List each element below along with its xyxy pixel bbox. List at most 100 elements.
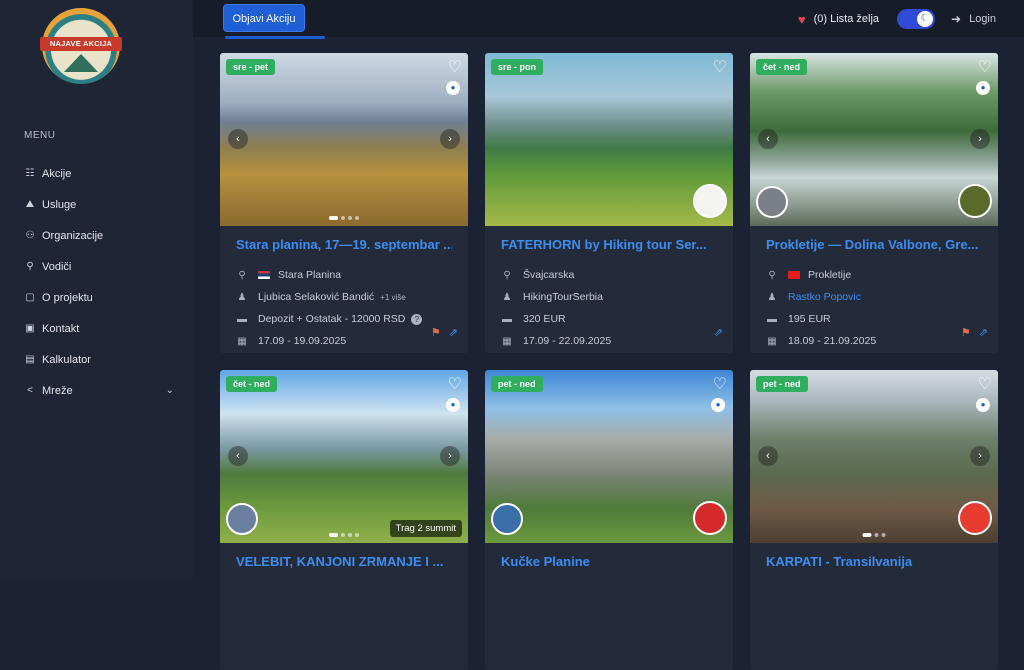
carousel-dots[interactable] [329,533,359,537]
organizer-logo[interactable] [693,184,727,218]
event-card[interactable]: sre - pet ♡ ● ‹ › Stara planina, 17—19. … [220,53,468,353]
chevron-left-icon[interactable]: ‹ [758,446,778,466]
guide-avatar[interactable] [756,186,788,218]
chevron-left-icon[interactable]: ‹ [758,129,778,149]
location-row: ⚲ Prokletije [766,264,982,286]
publish-action-button[interactable]: Objavi Akciju [223,4,305,32]
organizer-link[interactable]: Rastko Popovic [788,291,861,303]
active-tab-indicator [225,36,325,39]
sidebar-item-kalkulator[interactable]: ▤ Kalkulator [24,344,174,375]
event-title[interactable]: Kučke Planine [501,554,717,569]
days-badge: pet - ned [756,376,808,392]
organizer-row: ♟ Rastko Popovic [766,286,982,308]
external-link-icon[interactable]: ⇗ [979,326,988,339]
calendar-icon: ▦ [237,335,247,347]
sliders-icon: ☷ [25,167,35,179]
question-icon[interactable]: ? [411,313,423,325]
chevron-left-icon[interactable]: ‹ [228,129,248,149]
eye-icon[interactable]: ● [446,398,460,412]
price-text: 320 EUR [523,313,566,325]
sidebar-item-label: Vodiči [42,260,72,273]
pin-icon[interactable]: ⚑ [961,326,971,339]
money-icon: ▬ [237,313,247,325]
date-text: 17.09 - 19.09.2025 [258,335,347,347]
location-text: Stara Planina [278,269,342,281]
login-icon[interactable]: ➜ [951,12,961,26]
heart-icon[interactable]: ♥ [798,12,806,27]
site-logo[interactable]: NAJAVE AKCIJA [40,8,122,84]
carousel-dots[interactable] [862,533,886,537]
sidebar-item-usluge[interactable]: ⛰ Usluge [24,189,174,220]
guide-avatar[interactable] [226,503,258,535]
sidebar-item-akcije[interactable]: ☷ Akcije [24,158,174,189]
eye-icon[interactable]: ● [446,81,460,95]
date-row: ▦ 17.09 - 22.09.2025 [501,330,717,352]
guide-avatar[interactable] [491,503,523,535]
event-photo[interactable]: čet - ned ♡ ● ‹ › Trag 2 summit [220,370,468,543]
days-badge: čet - ned [756,59,808,75]
heart-outline-icon[interactable]: ♡ [978,374,992,394]
chevron-right-icon[interactable]: › [970,129,990,149]
eye-icon[interactable]: ● [976,81,990,95]
heart-outline-icon[interactable]: ♡ [713,57,727,77]
external-link-icon[interactable]: ⇗ [449,326,458,339]
logo-text: NAJAVE AKCIJA [40,37,122,51]
sidebar-item-o-projektu[interactable]: ▢ O projektu [24,282,174,313]
organizer-text: HikingTourSerbia [523,291,603,303]
sidebar-item-kontakt[interactable]: ▣ Kontakt [24,313,174,344]
user-icon: ♟ [502,291,512,303]
eye-icon[interactable]: ● [711,398,725,412]
money-icon: ▬ [767,313,777,325]
event-card[interactable]: pet - ned ♡ ● Kučke Planine [485,370,733,670]
days-badge: čet - ned [226,376,278,392]
contact-icon: ▣ [25,322,35,334]
event-photo[interactable]: sre - pon ♡ [485,53,733,226]
login-link[interactable]: Login [969,13,996,25]
dark-mode-toggle[interactable]: ☾ [897,9,936,29]
sidebar-item-vodici[interactable]: ⚲ Vodiči [24,251,174,282]
external-link-icon[interactable]: ⇗ [714,326,723,339]
event-title[interactable]: KARPATI - Transilvanija [766,554,982,569]
event-photo[interactable]: sre - pet ♡ ● ‹ › [220,53,468,226]
organizer-row: ♟ HikingTourSerbia [501,286,717,308]
group-icon: ⚇ [25,229,35,241]
event-card[interactable]: sre - pon ♡ FATERHORN by Hiking tour Ser… [485,53,733,353]
event-card[interactable]: čet - ned ♡ ● ‹ › Prokletije — Dolina Va… [750,53,998,353]
carousel-dots[interactable] [329,216,359,220]
event-title[interactable]: Stara planina, 17—19. septembar ... [236,237,452,252]
event-photo[interactable]: čet - ned ♡ ● ‹ › [750,53,998,226]
sidebar-item-organizacije[interactable]: ⚇ Organizacije [24,220,174,251]
map-pin-icon: ⚲ [768,269,776,281]
sidebar: NAJAVE AKCIJA MENU ☷ Akcije ⛰ Usluge ⚇ Orga… [0,0,193,580]
event-photo[interactable]: pet - ned ♡ ● ‹ › [750,370,998,543]
event-card[interactable]: pet - ned ♡ ● ‹ › KARPATI - Transilvanij… [750,370,998,670]
event-title[interactable]: Prokletije — Dolina Valbone, Gre... [766,237,982,252]
document-icon: ▢ [25,291,35,303]
card-body: Kučke Planine [485,543,733,670]
organizer-logo[interactable] [693,501,727,535]
event-title[interactable]: VELEBIT, KANJONI ZRMANJE I ... [236,554,452,569]
flag-serbia-icon [258,271,270,279]
heart-outline-icon[interactable]: ♡ [978,57,992,77]
organizer-logo[interactable] [958,501,992,535]
event-title[interactable]: FATERHORN by Hiking tour Ser... [501,237,717,252]
chevron-right-icon[interactable]: › [440,446,460,466]
sidebar-item-mreze[interactable]: < Mreže ⌄ [24,375,174,406]
more-organizers[interactable]: +1 više [380,293,406,302]
wishlist-link[interactable]: (0) Lista želja [814,13,879,25]
heart-outline-icon[interactable]: ♡ [448,57,462,77]
event-photo[interactable]: pet - ned ♡ ● [485,370,733,543]
organizer-logo[interactable] [958,184,992,218]
pin-icon[interactable]: ⚑ [431,326,441,339]
chevron-down-icon[interactable]: ⌄ [166,385,174,396]
organizer-row: ♟ Ljubica Selaković Bandić +1 više [236,286,452,308]
date-row: ▦ 17.09 - 19.09.2025 [236,330,452,352]
heart-outline-icon[interactable]: ♡ [448,374,462,394]
event-card[interactable]: čet - ned ♡ ● ‹ › Trag 2 summit VELEBIT,… [220,370,468,670]
chevron-left-icon[interactable]: ‹ [228,446,248,466]
card-actions: ⇗ [714,326,723,339]
heart-outline-icon[interactable]: ♡ [713,374,727,394]
chevron-right-icon[interactable]: › [970,446,990,466]
eye-icon[interactable]: ● [976,398,990,412]
chevron-right-icon[interactable]: › [440,129,460,149]
